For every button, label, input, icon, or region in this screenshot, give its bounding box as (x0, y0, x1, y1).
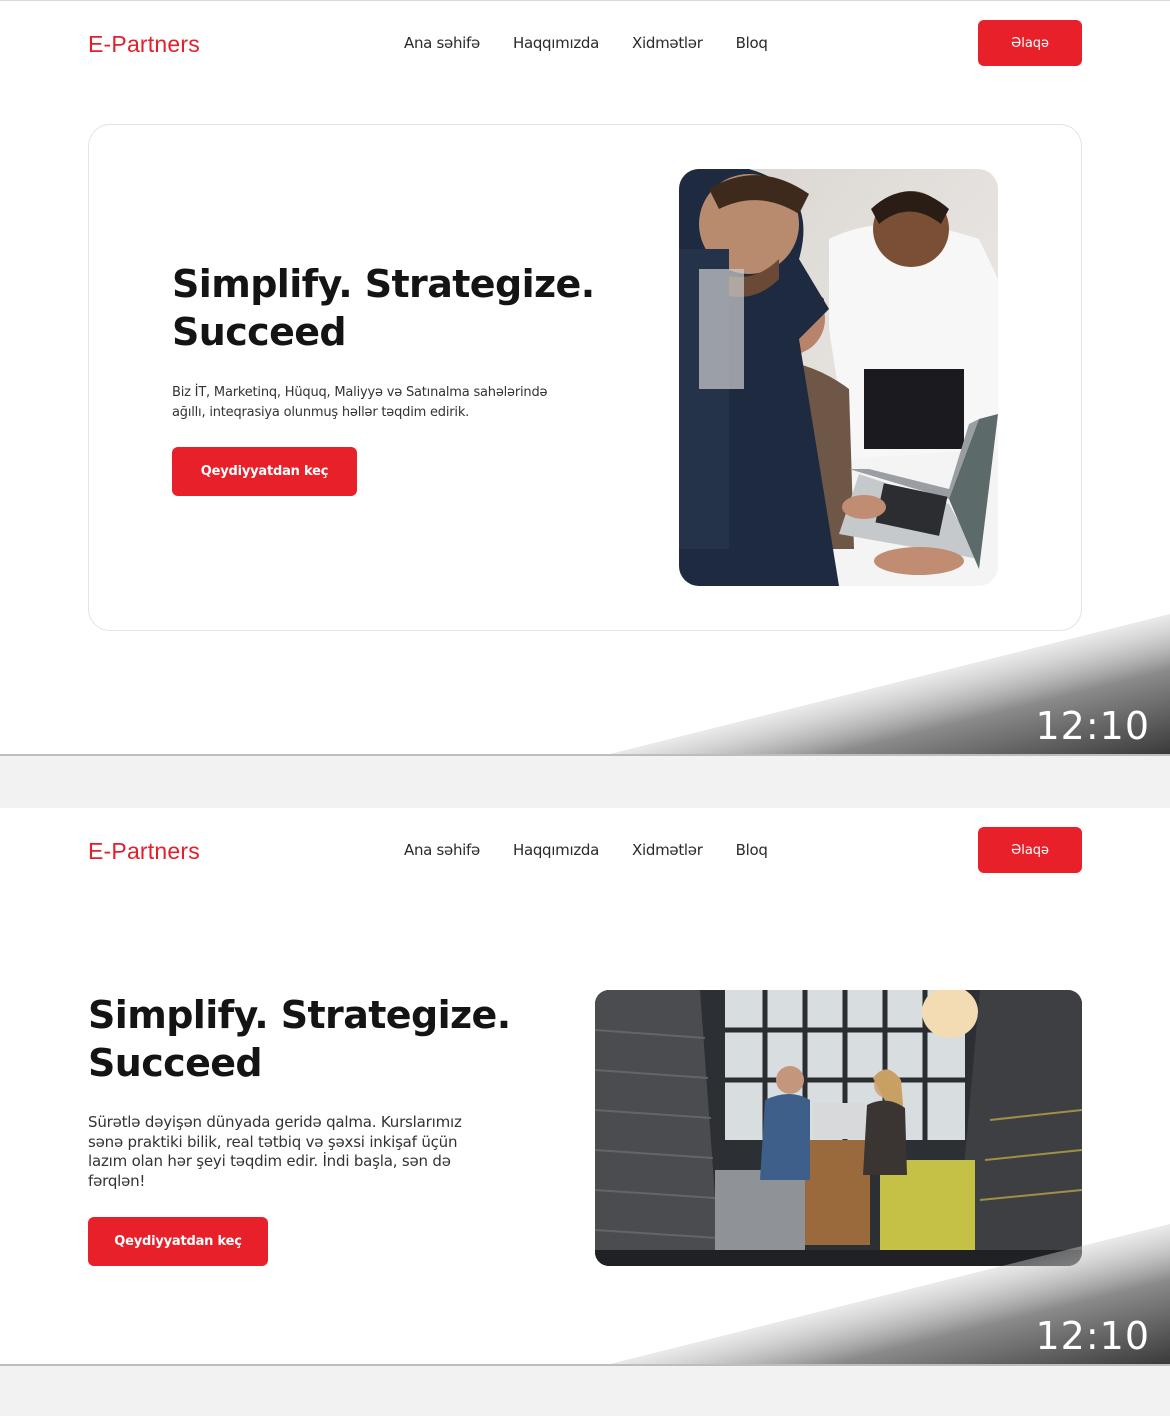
logo[interactable]: E-Partners (88, 31, 200, 58)
hero-description-line: Sürətlə dəyişən dünyada geridə qalma. Ku… (88, 1113, 462, 1131)
hero-description: Sürətlə dəyişən dünyada geridə qalma. Ku… (88, 1113, 462, 1191)
site-header: E-Partners Ana səhifə Haqqımızda Xidmətl… (0, 808, 1170, 892)
hero-title: Simplify. Strategize. Succeed (172, 260, 595, 356)
hero-title: Simplify. Strategize. Succeed (88, 991, 511, 1087)
hero-description-line: lazım olan hər şeyi təqdim edir. İndi ba… (88, 1152, 451, 1170)
register-button[interactable]: Qeydiyyatdan keç (172, 447, 357, 496)
nav-item-blog[interactable]: Bloq (736, 841, 768, 859)
main-nav: Ana səhifə Haqqımızda Xidmətlər Bloq (404, 841, 768, 859)
screenshot-frame-1: E-Partners Ana səhifə Haqqımızda Xidmətl… (0, 0, 1170, 756)
site-header: E-Partners Ana səhifə Haqqımızda Xidmətl… (0, 1, 1170, 85)
contact-button[interactable]: Əlaqə (978, 20, 1082, 66)
screenshot-frame-2: E-Partners Ana səhifə Haqqımızda Xidmətl… (0, 808, 1170, 1366)
hero-title-line-1: Simplify. Strategize. (172, 262, 595, 306)
hero-description: Biz İT, Marketinq, Hüquq, Maliyyə və Sat… (172, 383, 547, 422)
logo[interactable]: E-Partners (88, 838, 200, 865)
register-button[interactable]: Qeydiyyatdan keç (88, 1217, 268, 1266)
main-nav: Ana səhifə Haqqımızda Xidmətlər Bloq (404, 34, 768, 52)
hero-title-line-2: Succeed (88, 1041, 263, 1085)
hero-description-line: sənə praktiki bilik, real tətbiq və şəxs… (88, 1132, 458, 1151)
timestamp: 12:10 (1035, 704, 1150, 748)
nav-item-home[interactable]: Ana səhifə (404, 841, 480, 859)
timestamp: 12:10 (1035, 1314, 1150, 1358)
contact-button[interactable]: Əlaqə (978, 827, 1082, 873)
hero-title-line-1: Simplify. Strategize. (88, 993, 511, 1037)
hero-description-line: Biz İT, Marketinq, Hüquq, Maliyyə və Sat… (172, 385, 548, 400)
nav-item-home[interactable]: Ana səhifə (404, 34, 480, 52)
nav-item-about[interactable]: Haqqımızda (513, 841, 599, 859)
hero-title-line-2: Succeed (172, 310, 347, 354)
hero-description-line: fərqlən! (88, 1171, 146, 1190)
team-meeting-photo (679, 169, 998, 586)
nav-item-services[interactable]: Xidmətlər (632, 34, 703, 52)
nav-item-about[interactable]: Haqqımızda (513, 34, 599, 52)
nav-item-blog[interactable]: Bloq (736, 34, 768, 52)
hero-description-line: ağıllı, inteqrasiya olunmuş həllər təqdi… (172, 404, 470, 420)
nav-item-services[interactable]: Xidmətlər (632, 841, 703, 859)
